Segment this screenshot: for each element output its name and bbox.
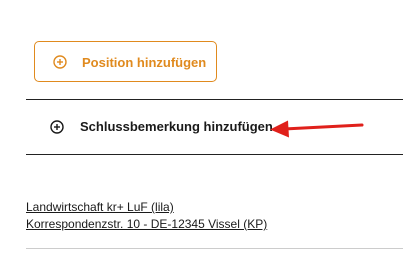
plus-circle-icon xyxy=(50,119,64,134)
add-closing-remark-button[interactable]: Schlussbemerkung hinzufügen xyxy=(50,118,273,135)
address-company-link[interactable]: Landwirtschaft kr+ LuF (lila) xyxy=(26,199,267,216)
plus-circle-icon xyxy=(53,55,67,69)
address-street-link[interactable]: Korrespondenzstr. 10 - DE-12345 Vissel (… xyxy=(26,216,267,233)
add-position-label: Position hinzufügen xyxy=(82,55,207,70)
add-closing-remark-label: Schlussbemerkung hinzufügen xyxy=(80,119,273,134)
arrow-left-icon xyxy=(270,120,364,138)
section-divider-bottom xyxy=(26,154,403,155)
add-position-button[interactable]: Position hinzufügen xyxy=(34,41,217,82)
footer-divider xyxy=(26,248,403,249)
address-block: Landwirtschaft kr+ LuF (lila) Korrespond… xyxy=(26,199,267,233)
section-divider-top xyxy=(26,99,403,100)
